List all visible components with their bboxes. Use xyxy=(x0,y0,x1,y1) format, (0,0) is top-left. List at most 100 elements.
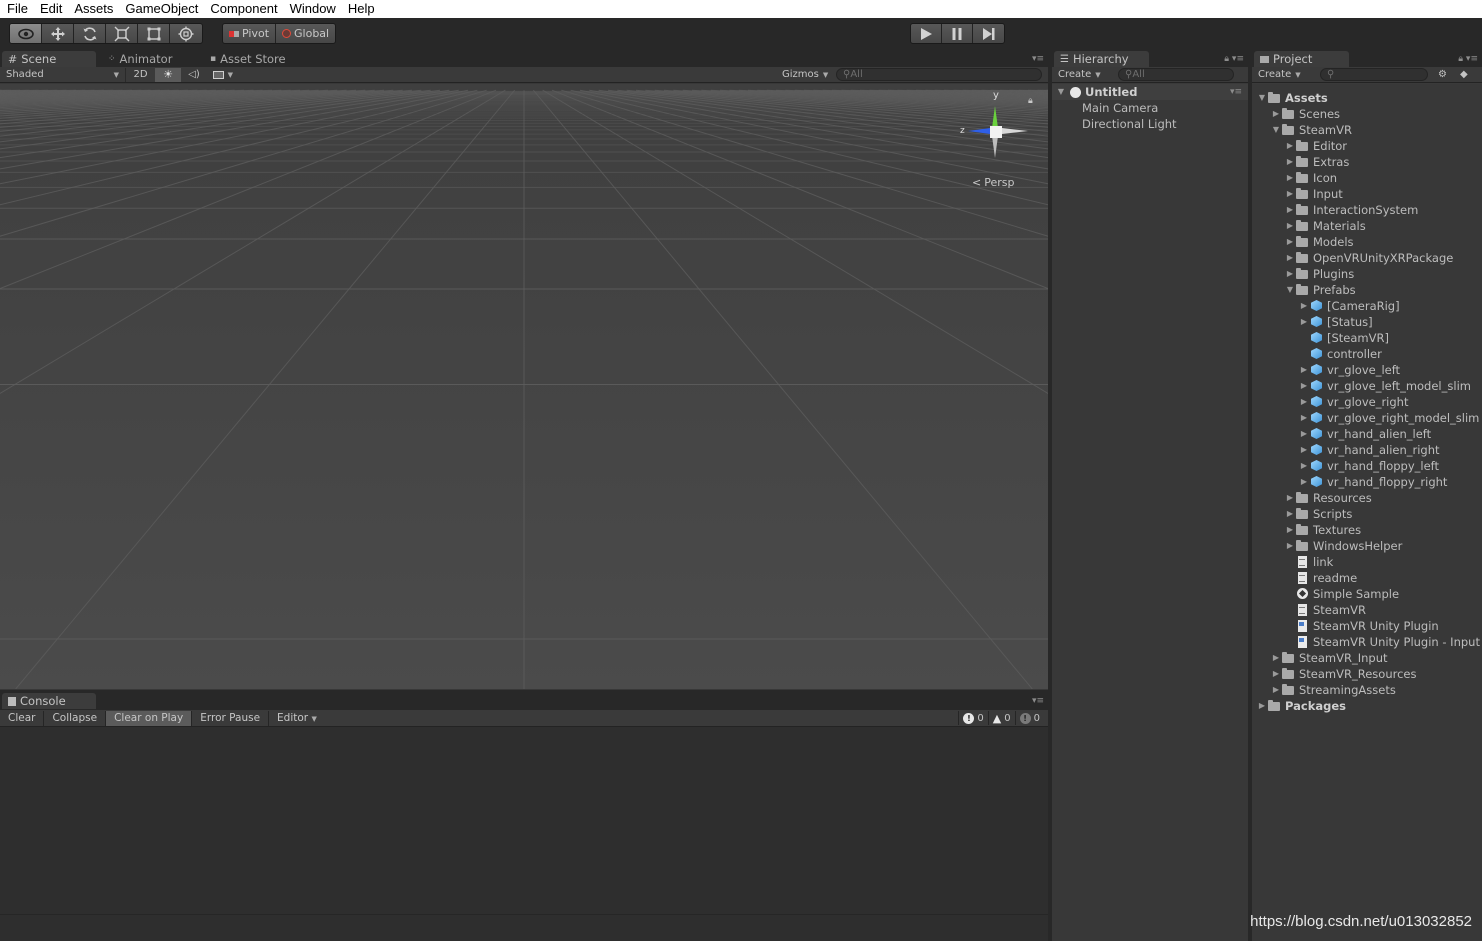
project-panel-menu-icon[interactable]: 🔒︎ ▾≡ xyxy=(1458,54,1478,64)
collapsed-arrow-icon[interactable]: ▶ xyxy=(1298,378,1310,394)
folder-tree-item[interactable]: ▶ Materials xyxy=(1284,218,1366,234)
hierarchy-panel-menu-icon[interactable]: 🔒︎ ▾≡ xyxy=(1224,54,1244,64)
folder-tree-item[interactable]: ▶ Extras xyxy=(1284,154,1349,170)
transform-tool-button[interactable] xyxy=(170,24,202,43)
asset-tree-item[interactable]: ▶ vr_hand_alien_right xyxy=(1298,442,1440,458)
menu-help[interactable]: Help xyxy=(342,1,381,17)
console-panel-menu-icon[interactable]: ▾≡ xyxy=(1032,696,1044,706)
tab-animator[interactable]: ⁘ Animator xyxy=(102,51,202,67)
collapsed-arrow-icon[interactable]: ▶ xyxy=(1284,522,1296,538)
z-axis-cone[interactable] xyxy=(968,128,990,134)
error-pause-toggle[interactable]: Error Pause xyxy=(192,710,270,726)
global-toggle[interactable]: Global xyxy=(276,24,335,43)
move-tool-button[interactable] xyxy=(42,24,74,43)
asset-tree-item[interactable]: ▶ vr_hand_floppy_left xyxy=(1298,458,1439,474)
asset-tree-item[interactable]: readme xyxy=(1284,570,1357,586)
collapsed-arrow-icon[interactable]: ▶ xyxy=(1298,394,1310,410)
asset-tree-item[interactable]: ▶ [Status] xyxy=(1298,314,1373,330)
folder-tree-item[interactable]: ▶ OpenVRUnityXRPackage xyxy=(1284,250,1453,266)
tab-asset-store[interactable]: ▪ Asset Store xyxy=(204,51,314,67)
collapsed-arrow-icon[interactable]: ▶ xyxy=(1298,362,1310,378)
collapsed-arrow-icon[interactable]: ▶ xyxy=(1284,170,1296,186)
console-detail-divider[interactable] xyxy=(0,914,1048,915)
menu-window[interactable]: Window xyxy=(284,1,342,17)
collapsed-arrow-icon[interactable]: ▶ xyxy=(1298,298,1310,314)
mode-2d-toggle[interactable]: 2D xyxy=(125,67,155,82)
console-log-area[interactable] xyxy=(0,728,1048,941)
project-search-input[interactable]: ⚲ xyxy=(1320,68,1428,81)
asset-tree-item[interactable]: ▶ [CameraRig] xyxy=(1298,298,1400,314)
folder-tree-item[interactable]: ▶ Scenes xyxy=(1270,106,1340,122)
menu-edit[interactable]: Edit xyxy=(34,1,68,17)
scene-header-row[interactable]: ▼ Untitled ▾≡ xyxy=(1052,84,1248,100)
collapsed-arrow-icon[interactable]: ▶ xyxy=(1298,426,1310,442)
audio-toggle[interactable]: ◁) xyxy=(181,68,207,82)
asset-tree-item[interactable]: ▶ vr_glove_right xyxy=(1298,394,1409,410)
folder-tree-item[interactable]: ▶ Packages xyxy=(1256,698,1346,714)
folder-tree-item[interactable]: ▶ InteractionSystem xyxy=(1284,202,1418,218)
menu-assets[interactable]: Assets xyxy=(68,1,119,17)
asset-tree-item[interactable]: ▶ vr_hand_floppy_right xyxy=(1298,474,1448,490)
collapsed-arrow-icon[interactable]: ▶ xyxy=(1284,202,1296,218)
collapsed-arrow-icon[interactable]: ▶ xyxy=(1298,314,1310,330)
view-tool-button[interactable] xyxy=(10,24,42,43)
info-counter[interactable]: ! 0 xyxy=(958,711,987,725)
folder-tree-item[interactable]: ▶ Textures xyxy=(1284,522,1361,538)
hierarchy-item[interactable]: Main Camera xyxy=(1052,100,1248,116)
clear-button[interactable]: Clear xyxy=(0,710,45,726)
lighting-toggle[interactable]: ☀ xyxy=(155,67,181,82)
project-create-dropdown[interactable]: Create ▼ xyxy=(1252,68,1307,82)
asset-tree-item[interactable]: [SteamVR] xyxy=(1298,330,1389,346)
error-counter[interactable]: ! 0 xyxy=(1014,711,1044,725)
folder-tree-item[interactable]: ▶ SteamVR_Input xyxy=(1270,650,1388,666)
effects-dropdown[interactable]: ▼ xyxy=(207,68,239,82)
collapsed-arrow-icon[interactable]: ▶ xyxy=(1256,698,1268,714)
play-button[interactable] xyxy=(911,24,942,43)
collapsed-arrow-icon[interactable]: ▶ xyxy=(1284,266,1296,282)
shading-mode-dropdown[interactable]: Shaded ▼ xyxy=(0,68,125,82)
collapsed-arrow-icon[interactable]: ▶ xyxy=(1298,410,1310,426)
rect-tool-button[interactable] xyxy=(138,24,170,43)
pivot-toggle[interactable]: Pivot xyxy=(223,24,277,43)
collapse-button[interactable]: Collapse xyxy=(44,710,107,726)
collapsed-arrow-icon[interactable]: ▶ xyxy=(1284,506,1296,522)
scene-search-input[interactable]: ⚲All xyxy=(836,68,1042,81)
asset-tree-item[interactable]: ▶ vr_hand_alien_left xyxy=(1298,426,1431,442)
menu-component[interactable]: Component xyxy=(204,1,283,17)
collapsed-arrow-icon[interactable]: ▶ xyxy=(1270,682,1282,698)
folder-tree-item[interactable]: ▶ Input xyxy=(1284,186,1343,202)
pause-button[interactable] xyxy=(942,24,973,43)
gizmo-center-cube[interactable] xyxy=(990,126,1002,138)
asset-tree-item[interactable]: controller xyxy=(1298,346,1382,362)
collapsed-arrow-icon[interactable]: ▶ xyxy=(1284,186,1296,202)
folder-tree-item[interactable]: ▶ Editor xyxy=(1284,138,1347,154)
asset-tree-item[interactable]: SteamVR xyxy=(1284,602,1366,618)
collapsed-arrow-icon[interactable]: ▶ xyxy=(1284,538,1296,554)
collapsed-arrow-icon[interactable]: ▶ xyxy=(1270,666,1282,682)
folder-tree-item[interactable]: ▶ Icon xyxy=(1284,170,1337,186)
asset-tree-item[interactable]: link xyxy=(1284,554,1333,570)
folder-tree-item[interactable]: ▼ Prefabs xyxy=(1284,282,1356,298)
folder-tree-item[interactable]: ▶ SteamVR_Resources xyxy=(1270,666,1417,682)
lock-icon[interactable]: 🔒︎ xyxy=(1028,96,1033,106)
folder-tree-item[interactable]: ▶ Resources xyxy=(1284,490,1372,506)
x-axis-cone[interactable] xyxy=(1002,128,1028,134)
gizmos-dropdown[interactable]: Gizmos ▼ xyxy=(776,68,834,82)
folder-tree-item[interactable]: ▼ Assets xyxy=(1256,90,1328,106)
collapsed-arrow-icon[interactable]: ▶ xyxy=(1270,106,1282,122)
editor-dropdown[interactable]: Editor ▼ xyxy=(269,711,325,726)
tab-console[interactable]: Console xyxy=(2,693,96,709)
warning-counter[interactable]: ▲ 0 xyxy=(987,711,1015,725)
collapsed-arrow-icon[interactable]: ▶ xyxy=(1284,138,1296,154)
menu-gameobject[interactable]: GameObject xyxy=(119,1,204,17)
hierarchy-search-input[interactable]: ⚲All xyxy=(1118,68,1234,81)
asset-tree-item[interactable]: SteamVR Unity Plugin xyxy=(1284,618,1439,634)
menu-file[interactable]: File xyxy=(0,1,34,17)
step-button[interactable] xyxy=(973,24,1004,43)
scene-panel-menu-icon[interactable]: ▾≡ xyxy=(1032,54,1044,64)
collapsed-arrow-icon[interactable]: ▶ xyxy=(1284,218,1296,234)
tab-scene[interactable]: # Scene xyxy=(2,51,96,67)
asset-tree-item[interactable]: ▶ vr_glove_right_model_slim xyxy=(1298,410,1479,426)
clear-on-play-toggle[interactable]: Clear on Play xyxy=(106,710,193,726)
filter-by-type-icon[interactable]: ⚙ xyxy=(1438,69,1447,80)
